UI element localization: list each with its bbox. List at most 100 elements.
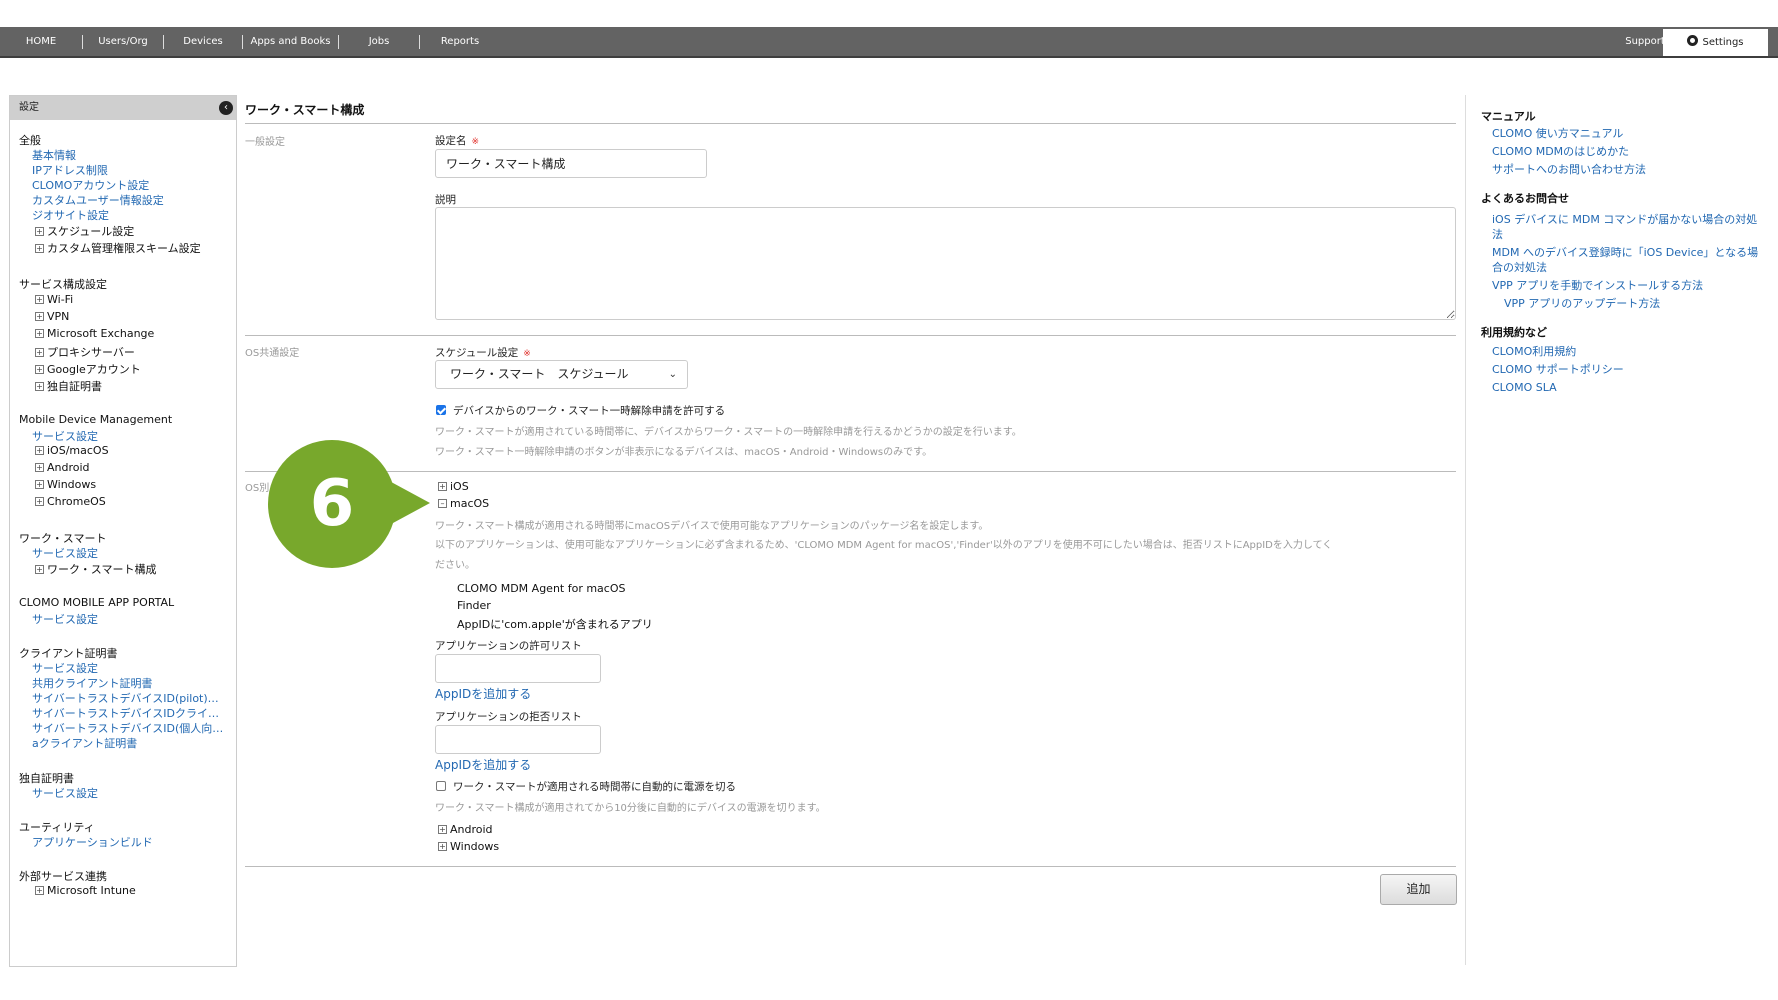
power-off-checkbox[interactable] xyxy=(436,781,446,791)
sidebar-link-shared-client-cert[interactable]: 共用クライアント証明書 xyxy=(32,675,153,691)
faq-link[interactable]: VPP アプリを手動でインストールする方法 xyxy=(1492,278,1762,293)
os-tree-macos[interactable]: – macOS xyxy=(438,497,489,510)
name-input[interactable] xyxy=(435,149,707,178)
sidebar-section-portal: CLOMO MOBILE APP PORTAL xyxy=(19,596,175,609)
expand-icon[interactable]: + xyxy=(35,312,44,321)
top-nav-bar: HOME Users/Org Devices Apps and Books Jo… xyxy=(0,27,1778,58)
schedule-select[interactable]: ワーク・スマート スケジュール ⌄ xyxy=(435,360,688,389)
section-label-os: OS別 xyxy=(245,483,270,494)
sidebar-section-utility: ユーティリティ xyxy=(19,821,95,834)
help-panel: マニュアル CLOMO 使い方マニュアル CLOMO MDMのはじめかた サポー… xyxy=(1465,95,1769,965)
add-button[interactable]: 追加 xyxy=(1380,874,1457,905)
sidebar-tree-proxy[interactable]: + プロキシサーバー xyxy=(35,344,135,360)
sidebar-tree-windows[interactable]: + Windows xyxy=(35,478,96,491)
sidebar-tree-vpn[interactable]: + VPN xyxy=(35,310,69,323)
sidebar-link-worksmart-service[interactable]: サービス設定 xyxy=(32,545,98,561)
sidebar-tree-exchange[interactable]: + Microsoft Exchange xyxy=(35,327,154,340)
manual-link[interactable]: サポートへのお問い合わせ方法 xyxy=(1492,162,1762,177)
nav-jobs[interactable]: Jobs xyxy=(339,27,419,56)
sidebar-tree-own-cert[interactable]: + 独自証明書 xyxy=(35,378,102,394)
expand-icon[interactable]: + xyxy=(438,825,447,834)
sidebar-title: 設定 xyxy=(19,102,39,113)
allow-release-checkbox[interactable] xyxy=(436,405,446,415)
sidebar-tree-chromeos[interactable]: + ChromeOS xyxy=(35,495,106,508)
faq-link[interactable]: iOS デバイスに MDM コマンドが届かない場合の対処法 xyxy=(1492,212,1762,242)
expand-icon[interactable]: + xyxy=(438,482,447,491)
nav-settings-tab[interactable]: Settings xyxy=(1663,29,1768,56)
add-allow-appid-link[interactable]: AppIDを追加する xyxy=(435,685,531,702)
allow-list-input[interactable] xyxy=(435,654,601,683)
sidebar-link-app-build[interactable]: アプリケーションビルド xyxy=(32,834,153,850)
description-textarea[interactable] xyxy=(435,207,1456,320)
sidebar-tree-wifi[interactable]: + Wi-Fi xyxy=(35,293,73,306)
collapse-icon[interactable]: – xyxy=(438,499,447,508)
power-off-description: ワーク・スマート構成が適用されてから10分後に自動的にデバイスの電源を切ります。 xyxy=(435,803,826,814)
manual-heading: マニュアル xyxy=(1481,110,1536,123)
sidebar-tree-android[interactable]: + Android xyxy=(35,461,90,474)
sidebar-tree-label: ワーク・スマート構成 xyxy=(47,563,157,576)
sidebar-link-cybertrust-client[interactable]: サイバートラストデバイスIDクライ… xyxy=(32,705,219,721)
sidebar-link-own-cert-service[interactable]: サービス設定 xyxy=(32,785,98,801)
sidebar-tree-worksmart-config[interactable]: + ワーク・スマート構成 xyxy=(35,561,156,577)
sidebar-tree-custom-permission[interactable]: + カスタム管理権限スキーム設定 xyxy=(35,240,201,256)
expand-icon[interactable]: + xyxy=(35,497,44,506)
sidebar-link-cybertrust-pilot[interactable]: サイバートラストデバイスID(pilot)… xyxy=(32,690,219,706)
nav-apps-books[interactable]: Apps and Books xyxy=(243,27,338,56)
sidebar-link-portal-service[interactable]: サービス設定 xyxy=(32,611,98,627)
expand-icon[interactable]: + xyxy=(35,348,44,357)
nav-users-org[interactable]: Users/Org xyxy=(83,27,163,56)
sidebar-link-ip-restriction[interactable]: IPアドレス制限 xyxy=(32,162,108,178)
faq-link[interactable]: MDM へのデバイス登録時に「iOS Device」となる場合の対処法 xyxy=(1492,245,1762,275)
expand-icon[interactable]: + xyxy=(35,329,44,338)
expand-icon[interactable]: + xyxy=(35,463,44,472)
expand-icon[interactable]: + xyxy=(35,565,44,574)
allow-release-description: ワーク・スマートが適用されている時間帯に、デバイスからワーク・スマートの一時解除… xyxy=(435,427,1022,438)
section-label-os-common: OS共通設定 xyxy=(245,348,300,359)
chevron-down-icon: ⌄ xyxy=(668,369,677,380)
collapse-sidebar-icon[interactable]: ‹ xyxy=(219,101,233,115)
os-tree-label: Windows xyxy=(450,840,500,853)
expand-icon[interactable]: + xyxy=(35,244,44,253)
sidebar-link-basic-info[interactable]: 基本情報 xyxy=(32,147,76,163)
sidebar-link-custom-user-info[interactable]: カスタムユーザー情報設定 xyxy=(32,192,164,208)
deny-list-input[interactable] xyxy=(435,725,601,754)
expand-icon[interactable]: + xyxy=(35,480,44,489)
sidebar-link-cybertrust-personal[interactable]: サイバートラストデバイスID(個人向… xyxy=(32,720,223,736)
sidebar-link-mdm-service[interactable]: サービス設定 xyxy=(32,428,98,444)
sidebar-tree-label: Googleアカウント xyxy=(47,363,141,376)
faq-link[interactable]: VPP アプリのアップデート方法 xyxy=(1504,296,1774,311)
sidebar-tree-ios-macos[interactable]: + iOS/macOS xyxy=(35,444,109,457)
expand-icon[interactable]: + xyxy=(35,446,44,455)
expand-icon[interactable]: + xyxy=(438,842,447,851)
os-tree-android[interactable]: + Android xyxy=(438,823,493,836)
nav-home[interactable]: HOME xyxy=(0,27,82,56)
expand-icon[interactable]: + xyxy=(35,295,44,304)
sidebar-link-clomo-account[interactable]: CLOMOアカウント設定 xyxy=(32,177,149,193)
terms-link[interactable]: CLOMO サポートポリシー xyxy=(1492,362,1762,377)
allow-release-note: ワーク・スマート一時解除申請のボタンが非表示になるデバイスは、macOS・And… xyxy=(435,447,933,458)
expand-icon[interactable]: + xyxy=(35,886,44,895)
sidebar-tree-google[interactable]: + Googleアカウント xyxy=(35,361,141,377)
expand-icon[interactable]: + xyxy=(35,227,44,236)
expand-icon[interactable]: + xyxy=(35,382,44,391)
sidebar-link-geosite[interactable]: ジオサイト設定 xyxy=(32,207,109,223)
terms-link[interactable]: CLOMO SLA xyxy=(1492,380,1762,395)
terms-link[interactable]: CLOMO利用規約 xyxy=(1492,344,1762,359)
os-tree-windows[interactable]: + Windows xyxy=(438,840,499,853)
sidebar-tree-schedule[interactable]: + スケジュール設定 xyxy=(35,223,134,239)
name-field-label: 設定名 ※ xyxy=(435,133,479,148)
sidebar-link-a-client-cert[interactable]: aクライアント証明書 xyxy=(32,735,137,751)
name-label-text: 設定名 xyxy=(435,135,467,147)
os-tree-ios[interactable]: + iOS xyxy=(438,480,469,493)
manual-link[interactable]: CLOMO 使い方マニュアル xyxy=(1492,126,1762,141)
expand-icon[interactable]: + xyxy=(35,365,44,374)
manual-link[interactable]: CLOMO MDMのはじめかた xyxy=(1492,144,1762,159)
nav-devices[interactable]: Devices xyxy=(164,27,242,56)
sidebar-link-client-cert-service[interactable]: サービス設定 xyxy=(32,660,98,676)
add-deny-appid-link[interactable]: AppIDを追加する xyxy=(435,756,531,773)
macos-description: ワーク・スマート構成が適用される時間帯にmacOSデバイスで使用可能なアプリケー… xyxy=(435,521,989,532)
required-mark: ※ xyxy=(471,137,480,147)
nav-reports[interactable]: Reports xyxy=(420,27,500,56)
sidebar-tree-intune[interactable]: + Microsoft Intune xyxy=(35,884,136,897)
settings-label: Settings xyxy=(1702,37,1744,48)
